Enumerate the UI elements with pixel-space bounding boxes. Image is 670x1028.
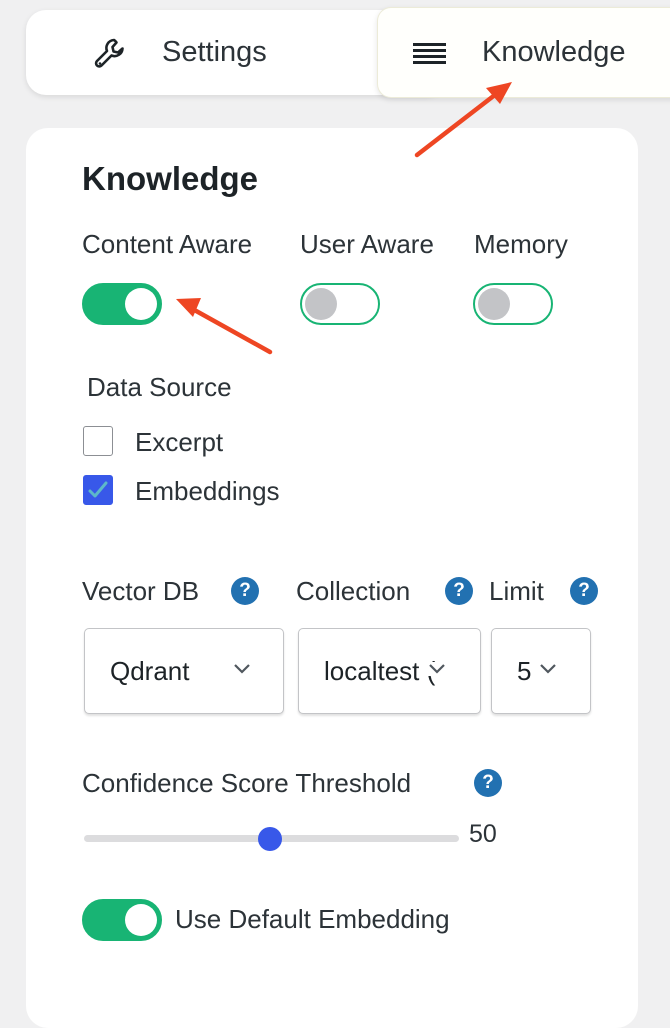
- annotation-arrow-knowledge: [414, 82, 512, 158]
- annotation-arrows: [176, 82, 512, 355]
- annotation-arrow-content-aware: [176, 298, 273, 355]
